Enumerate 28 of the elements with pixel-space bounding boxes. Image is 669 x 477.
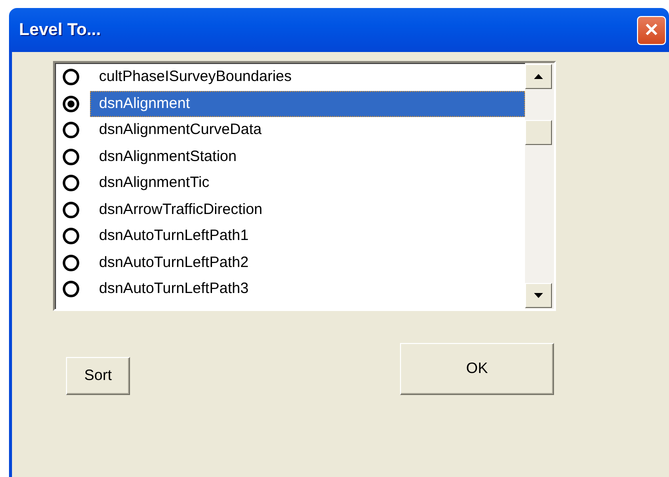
radio-button[interactable] (62, 200, 80, 219)
list-item[interactable]: dsnAutoTurnLeftPath3 (90, 276, 525, 302)
scroll-thumb[interactable] (525, 120, 552, 145)
list-item[interactable]: dsnAlignmentTic (90, 170, 525, 196)
close-button[interactable]: ✕ (637, 16, 666, 44)
list-item[interactable]: dsnAlignmentStation (90, 144, 525, 170)
radio-button[interactable] (62, 254, 80, 272)
list-item[interactable]: dsnAutoTurnLeftPath2 (90, 250, 525, 276)
list-item[interactable]: dsnAutoTurnLeftPath1 (90, 223, 525, 250)
radio-button[interactable] (62, 94, 80, 113)
radio-button[interactable] (62, 174, 80, 192)
window-title: Level To... (19, 19, 101, 42)
dialog-button[interactable]: Sort (66, 357, 130, 395)
radio-button[interactable] (62, 227, 80, 246)
scroll-up-button[interactable] (525, 64, 552, 89)
list-item[interactable]: dsnAlignmentCurveData (90, 117, 525, 144)
radio-button[interactable] (62, 280, 80, 298)
list-item[interactable]: dsnAlignment (90, 90, 525, 117)
scrollbar[interactable] (525, 63, 554, 309)
dialog-button[interactable]: OK (400, 343, 554, 395)
radio-button[interactable] (62, 68, 80, 86)
radio-button[interactable] (62, 121, 80, 140)
radio-button[interactable] (62, 148, 80, 166)
down-arrow-icon (534, 293, 543, 298)
scroll-down-button[interactable] (525, 283, 552, 308)
list-item[interactable]: dsnArrowTrafficDirection (90, 196, 525, 223)
list-item[interactable]: cultPhaseISurveyBoundaries (90, 64, 525, 90)
up-arrow-icon (534, 74, 543, 79)
